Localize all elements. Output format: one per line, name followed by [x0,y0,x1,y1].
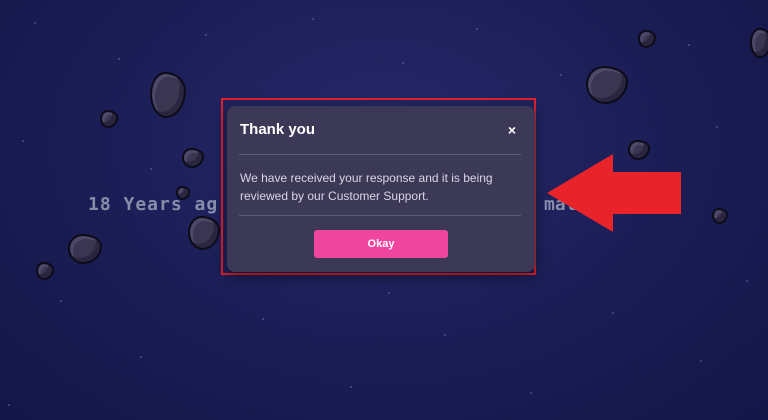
star [60,300,62,302]
star [150,168,152,170]
asteroid [750,28,768,58]
thank-you-dialog: Thank you × We have received your respon… [227,106,535,272]
star [444,334,446,336]
star [118,58,120,60]
star [688,44,690,46]
asteroid [68,234,102,264]
asteroid [638,30,656,48]
asteroid [36,262,54,280]
okay-button[interactable]: Okay [314,230,448,258]
asteroid [586,66,628,104]
divider [239,154,521,155]
close-icon: × [507,122,517,138]
star [8,404,10,406]
star [388,292,390,294]
star [350,386,352,388]
star [22,140,24,142]
star [402,62,404,64]
asteroid [188,216,220,250]
star [530,392,532,394]
star [716,126,718,128]
asteroid [100,110,118,128]
star [476,28,478,30]
star [746,280,748,282]
asteroid [712,208,728,224]
close-button[interactable]: × [505,122,519,138]
arrow-shape [547,154,681,232]
dialog-message: We have received your response and it is… [240,171,493,203]
asteroid [150,72,186,118]
divider [239,215,521,216]
star [612,312,614,314]
star [312,18,314,20]
star [140,356,142,358]
asteroid [182,148,204,168]
star [560,74,562,76]
star [34,22,36,24]
star [205,34,207,36]
arrow-left-icon [547,154,681,232]
dialog-title: Thank you [240,121,316,138]
star [262,318,264,320]
star [700,360,702,362]
